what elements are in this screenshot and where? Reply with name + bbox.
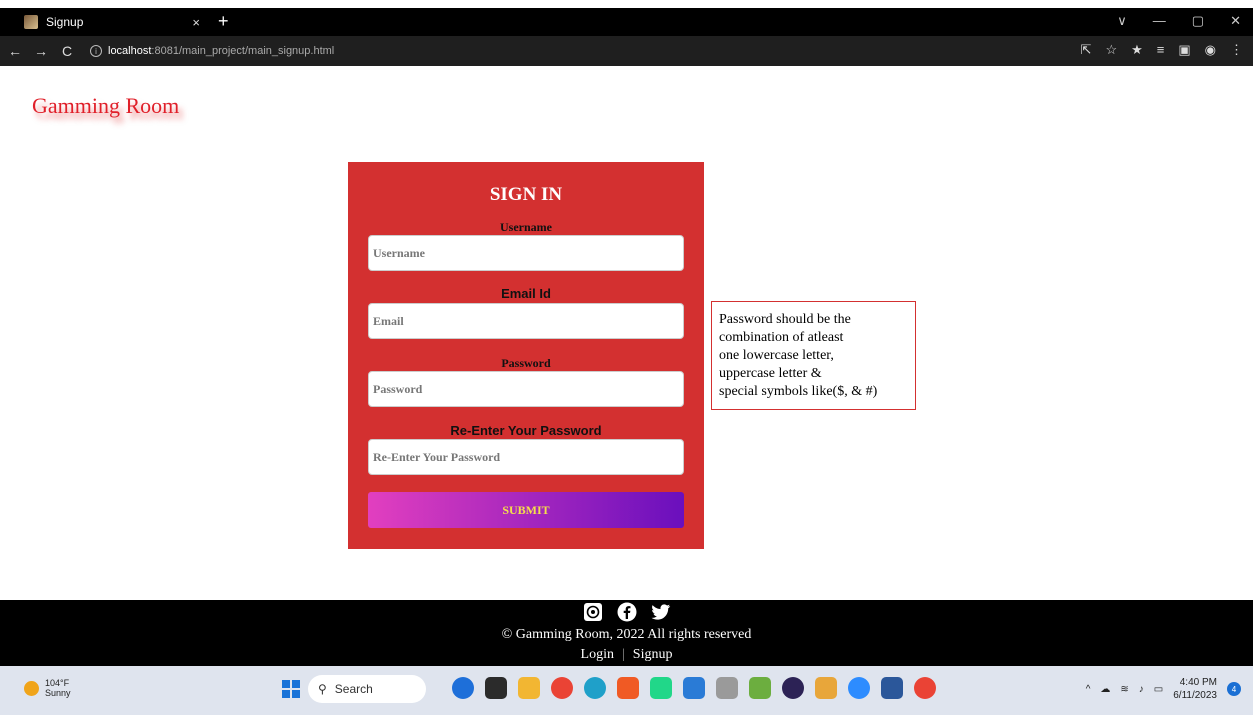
page-footer: © Gamming Room, 2022 All rights reserved…	[0, 600, 1253, 666]
taskbar-apps	[452, 677, 936, 699]
footer-separator: |	[621, 647, 625, 662]
tab-title: Signup	[46, 15, 84, 29]
taskbar-search[interactable]: ⚲ Search	[308, 675, 426, 703]
zoom-icon[interactable]	[848, 677, 870, 699]
password-hint: Password should be the combination of at…	[711, 301, 916, 410]
pycharm-icon[interactable]	[650, 677, 672, 699]
minimize-button[interactable]: —	[1153, 13, 1166, 29]
new-tab-button[interactable]: +	[218, 11, 229, 32]
browser-tab[interactable]: Signup ×	[14, 8, 210, 36]
slack-icon[interactable]	[815, 677, 837, 699]
eclipse-icon[interactable]	[782, 677, 804, 699]
url-path: :8081/main_project/main_signup.html	[151, 45, 335, 57]
sun-icon	[24, 680, 39, 696]
chrome-icon[interactable]	[551, 677, 573, 699]
email-input[interactable]	[368, 303, 684, 339]
tab-bar: Signup × + ∨ — ▢ ✕	[0, 8, 1253, 36]
tray-overflow-icon[interactable]: ^	[1086, 684, 1091, 695]
battery-icon[interactable]: ▭	[1154, 684, 1163, 695]
volume-icon[interactable]: ♪	[1139, 684, 1144, 695]
hint-line: Password should be the	[719, 312, 851, 327]
twitter-icon[interactable]	[651, 602, 671, 622]
favicon-icon	[24, 15, 38, 29]
forward-button[interactable]: →	[30, 43, 52, 59]
repassword-input[interactable]	[368, 439, 684, 475]
system-clock[interactable]: 4:40 PM 6/11/2023	[1173, 676, 1217, 702]
footer-signup-link[interactable]: Signup	[633, 647, 673, 662]
file-explorer-icon[interactable]	[518, 677, 540, 699]
repassword-label: Re-Enter Your Password	[450, 423, 602, 438]
edge-icon[interactable]	[584, 677, 606, 699]
window-top-strip	[0, 0, 1253, 8]
email-label: Email Id	[501, 286, 551, 301]
weather-temperature: 104°F	[45, 678, 70, 688]
back-button[interactable]: ←	[4, 43, 26, 59]
bing-chat-icon[interactable]	[452, 677, 474, 699]
username-label: Username	[500, 220, 552, 234]
copyright-text: © Gamming Room, 2022 All rights reserved	[501, 627, 752, 642]
username-input[interactable]	[368, 235, 684, 271]
notepad-icon[interactable]	[749, 677, 771, 699]
social-links	[0, 602, 1253, 622]
vscode-icon[interactable]	[683, 677, 705, 699]
site-info-icon[interactable]: i	[90, 45, 102, 57]
search-icon: ⚲	[318, 682, 327, 696]
extensions-icon[interactable]: ★	[1131, 42, 1143, 58]
site-brand: Gamming Room	[32, 93, 180, 118]
cloud-icon[interactable]: ☁	[1100, 684, 1110, 695]
hint-line: special symbols like($, & #)	[719, 384, 878, 399]
weather-condition: Sunny	[45, 688, 71, 698]
tab-search-icon[interactable]: ∨	[1117, 13, 1127, 29]
submit-button[interactable]: SUBMIT	[368, 492, 684, 528]
close-window-button[interactable]: ✕	[1230, 13, 1241, 29]
menu-icon[interactable]: ⋮	[1230, 42, 1243, 58]
bookmark-star-icon[interactable]: ☆	[1105, 42, 1117, 58]
sidepanel-icon[interactable]: ▣	[1178, 42, 1190, 58]
share-icon[interactable]: ⇱	[1081, 42, 1092, 58]
maximize-button[interactable]: ▢	[1192, 13, 1204, 29]
chrome-active-icon[interactable]	[914, 677, 936, 699]
hint-line: one lowercase letter,	[719, 348, 834, 363]
reading-list-icon[interactable]: ≡	[1157, 42, 1165, 58]
facebook-icon[interactable]	[617, 602, 637, 622]
password-input[interactable]	[368, 371, 684, 407]
task-view-icon[interactable]	[485, 677, 507, 699]
form-title: SIGN IN	[489, 184, 563, 205]
start-button[interactable]	[282, 680, 300, 698]
password-label: Password	[501, 356, 551, 370]
window-controls: ∨ — ▢ ✕	[1117, 13, 1241, 29]
brave-icon[interactable]	[617, 677, 639, 699]
whatsapp-icon[interactable]	[583, 602, 603, 622]
url-input[interactable]: i localhost :8081/main_project/main_sign…	[90, 41, 1130, 61]
footer-login-link[interactable]: Login	[581, 647, 614, 662]
url-host: localhost	[108, 45, 152, 57]
taskbar-search-label: Search	[334, 682, 373, 696]
wifi-icon[interactable]: ≋	[1120, 684, 1128, 695]
hint-line: uppercase letter &	[719, 366, 822, 381]
weather-widget[interactable]: 104°F Sunny	[24, 678, 71, 698]
notification-badge[interactable]: 4	[1227, 682, 1241, 696]
toolbar-icons: ⇱ ☆ ★ ≡ ▣ ◉ ⋮	[1081, 42, 1243, 58]
footer-links: Login | Signup	[0, 647, 1253, 663]
reload-button[interactable]: C	[56, 43, 78, 59]
tab-close-icon[interactable]: ×	[192, 15, 200, 30]
profile-avatar-icon[interactable]: ◉	[1205, 42, 1216, 58]
hint-line: combination of atleast	[719, 330, 844, 345]
os-taskbar: 104°F Sunny ⚲ Search ^ ☁ ≋ ♪ ▭ 4:40 PM 6…	[0, 666, 1253, 715]
clock-date: 6/11/2023	[1173, 690, 1217, 701]
clock-time: 4:40 PM	[1179, 677, 1217, 688]
word-icon[interactable]	[881, 677, 903, 699]
system-tray: ^ ☁ ≋ ♪ ▭ 4:40 PM 6/11/2023 4	[1086, 676, 1241, 702]
database-icon[interactable]	[716, 677, 738, 699]
address-bar: ← → C i localhost :8081/main_project/mai…	[0, 36, 1253, 66]
signup-form: SIGN IN Username Email Id Password Re-En…	[348, 162, 704, 549]
